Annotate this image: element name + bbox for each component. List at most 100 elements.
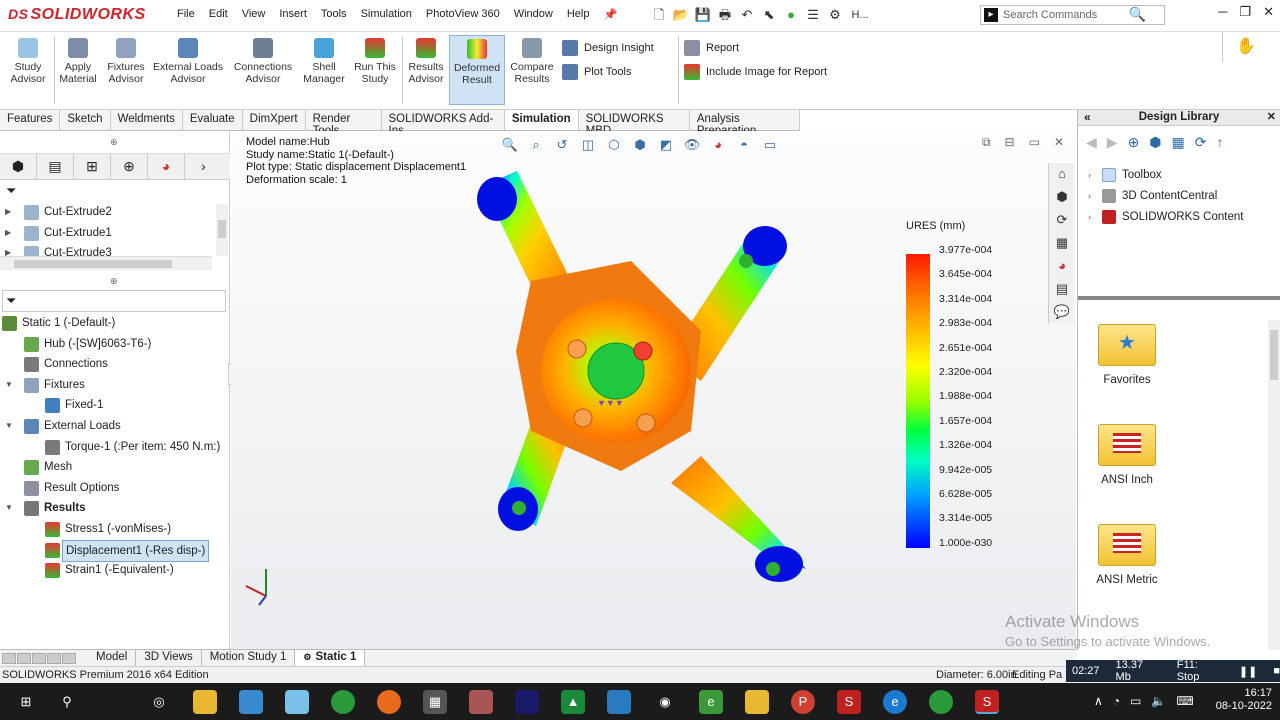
menu-help[interactable]: Help — [560, 8, 597, 21]
firefox-icon[interactable] — [377, 690, 401, 714]
connections-advisor-button[interactable]: Connections Advisor — [228, 38, 298, 85]
language-icon[interactable]: ⌨ — [1176, 694, 1193, 708]
search-commands[interactable]: ▸ Search Commands 🔍 — [980, 5, 1165, 25]
tree-item-connections[interactable]: Connections — [0, 354, 230, 375]
tree-item-results[interactable]: ▼ Results — [0, 498, 230, 519]
network-icon[interactable]: ◔ — [1113, 694, 1120, 708]
open-icon[interactable]: 📂 — [672, 7, 690, 23]
app-icon[interactable]: ▲ — [561, 690, 585, 714]
horizontal-scrollbar[interactable] — [0, 256, 212, 270]
tree-item-result-options[interactable]: Result Options — [0, 478, 230, 499]
vertical-scrollbar[interactable] — [216, 204, 228, 256]
app-icon[interactable] — [469, 690, 493, 714]
tree-item-cut-extrude2[interactable]: ▶ Cut-Extrude2 — [0, 202, 230, 223]
design-library-scrollbar[interactable] — [1268, 320, 1280, 650]
pane-splitter[interactable] — [1078, 296, 1280, 300]
app-icon[interactable] — [515, 690, 539, 714]
start-icon[interactable]: ⊞ — [14, 690, 38, 714]
snipping-icon[interactable] — [607, 690, 631, 714]
task-view-icon[interactable]: ◎ — [147, 690, 171, 714]
custom-properties-icon[interactable]: ▤ — [1051, 281, 1073, 301]
calculator-icon[interactable]: ▦ — [423, 690, 447, 714]
battery-icon[interactable]: ▭ — [1130, 694, 1141, 708]
chrome-icon[interactable] — [929, 690, 953, 714]
report-button[interactable]: Report — [684, 40, 739, 56]
solidworks-active-icon[interactable]: S — [975, 690, 999, 714]
tab-analysis-preparation[interactable]: Analysis Preparation — [690, 110, 800, 137]
tab-simulation[interactable]: Simulation — [504, 110, 579, 130]
tabs-scroll-right-icon[interactable]: › — [185, 154, 222, 179]
back-icon[interactable]: ◀ — [1086, 134, 1097, 151]
property-manager-tab[interactable]: ▤ — [37, 154, 74, 179]
refresh-icon[interactable]: ⟳ — [1195, 134, 1207, 151]
solidworks-taskbar-icon[interactable]: S — [837, 690, 861, 714]
view-palette-icon[interactable]: ▦ — [1051, 235, 1073, 255]
tree-item-fixed-1[interactable]: Fixed-1 — [0, 395, 230, 416]
pane-pin-icon[interactable]: ⊕ — [110, 137, 118, 148]
splitter-handle-icon[interactable]: ⊕ — [110, 276, 118, 287]
close-pane-icon[interactable]: ✕ — [1267, 110, 1276, 125]
run-this-study-button[interactable]: Run This Study — [351, 38, 399, 85]
minimize-icon[interactable]: ─ — [1218, 4, 1227, 20]
search-icon[interactable]: 🔍 — [1129, 6, 1146, 23]
menu-window[interactable]: Window — [507, 8, 560, 21]
undo-icon[interactable]: ↶ — [738, 7, 756, 23]
tab-render-tools[interactable]: Render Tools — [306, 110, 382, 137]
collapse-pane-icon[interactable]: « — [1084, 110, 1091, 125]
solidworks-logo[interactable]: DS SOLIDWORKS — [8, 6, 146, 24]
plot-tools-button[interactable]: Plot Tools▼ — [562, 64, 691, 80]
options-gear-icon[interactable]: ⚙ — [826, 7, 844, 23]
fixtures-advisor-button[interactable]: Fixtures Advisor — [102, 38, 150, 85]
tab-model[interactable]: Model — [88, 650, 137, 666]
app-icon[interactable] — [285, 690, 309, 714]
tree-item-displacement1[interactable]: Displacement1 (-Res disp-) — [0, 539, 230, 562]
shell-manager-button[interactable]: Shell Manager — [300, 38, 348, 85]
design-insight-button[interactable]: Design Insight — [562, 40, 654, 56]
add-to-library-icon[interactable]: ⊕ — [1128, 134, 1140, 151]
menu-tools[interactable]: Tools — [314, 8, 354, 21]
hand-icon[interactable]: ✋ — [1236, 36, 1256, 56]
study-advisor-button[interactable]: Study Advisor — [4, 38, 52, 85]
print-icon[interactable]: 🖶 — [716, 7, 734, 23]
deformed-result-button[interactable]: Deformed Result — [449, 35, 505, 105]
menu-simulation[interactable]: Simulation — [354, 8, 419, 21]
folder-ansi-inch[interactable]: ANSI Inch — [1096, 424, 1158, 486]
search-input[interactable]: Search Commands — [1003, 9, 1097, 21]
apply-material-button[interactable]: Apply Material — [56, 38, 100, 85]
tab-features[interactable]: Features — [0, 110, 61, 130]
tab-dimxpert[interactable]: DimXpert — [243, 110, 306, 130]
stop-icon[interactable]: ■ — [1273, 665, 1280, 677]
tree-item-fixtures[interactable]: ▼ Fixtures — [0, 375, 230, 396]
app-icon[interactable] — [239, 690, 263, 714]
tree-item-mesh[interactable]: Mesh — [0, 457, 230, 478]
tree-item-cut-extrude1[interactable]: ▶ Cut-Extrude1 — [0, 223, 230, 244]
forum-icon[interactable]: 💬 — [1051, 304, 1073, 324]
tree-item-external-loads[interactable]: ▼ External Loads — [0, 416, 230, 437]
tab-mbd[interactable]: SOLIDWORKS MBD — [579, 110, 690, 137]
display-manager-tab[interactable]: ◕ — [148, 154, 185, 179]
appearances-icon[interactable]: ◕ — [1051, 258, 1073, 278]
menu-photoview[interactable]: PhotoView 360 — [419, 8, 507, 21]
tree-item-hub[interactable]: Hub (-[SW]6063-T6-) — [0, 334, 230, 355]
external-loads-advisor-button[interactable]: External Loads Advisor — [151, 38, 225, 85]
app-icon[interactable] — [745, 690, 769, 714]
file-properties-icon[interactable]: ☰ — [804, 7, 822, 23]
library-item-solidworks-content[interactable]: › SOLIDWORKS Content — [1088, 210, 1243, 224]
taskbar-search-icon[interactable]: ⚲ — [55, 690, 79, 714]
tab-motion-study[interactable]: Motion Study 1 — [202, 650, 296, 666]
compare-results-button[interactable]: Compare Results — [508, 38, 556, 85]
chrome-icon[interactable] — [331, 690, 355, 714]
library-item-3d-contentcentral[interactable]: › 3D ContentCentral — [1088, 189, 1217, 203]
up-icon[interactable]: ↑ — [1217, 134, 1224, 150]
clock[interactable]: 16:17 08-10-2022 — [1216, 687, 1272, 713]
configuration-manager-tab[interactable]: ⊞ — [74, 154, 111, 179]
tree-item-strain1[interactable]: Strain1 (-Equivalent-) — [0, 560, 230, 581]
traffic-light-icon[interactable]: ● — [782, 7, 800, 23]
edge-icon[interactable]: e — [883, 690, 907, 714]
study-filter-box[interactable]: ⏷ — [2, 290, 226, 312]
tab-3d-views[interactable]: 3D Views — [136, 650, 202, 666]
folder-favorites[interactable]: ★ Favorites — [1096, 324, 1158, 386]
tab-evaluate[interactable]: Evaluate — [183, 110, 243, 130]
add-file-location-icon[interactable]: ⬢ — [1149, 134, 1161, 151]
tree-item-cut-extrude3[interactable]: ▶ Cut-Extrude3 — [0, 243, 230, 256]
